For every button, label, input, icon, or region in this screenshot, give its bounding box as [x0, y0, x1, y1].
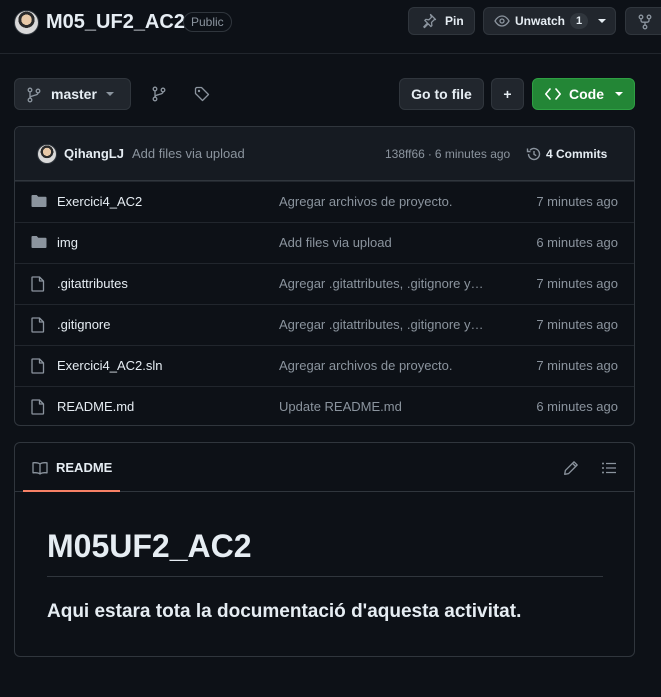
latest-commit-bar: QihangLJ Add files via upload 138ff66 · 6 … [15, 127, 634, 181]
commit-meta-separator: · [427, 147, 432, 161]
file-commit-date: 7 minutes ago [536, 194, 618, 209]
file-row[interactable]: .gitattributes Agregar .gitattributes, .… [15, 263, 634, 304]
file-commit-message[interactable]: Agregar .gitattributes, .gitignore y… [279, 317, 501, 332]
file-commit-message[interactable]: Add files via upload [279, 235, 501, 250]
readme-tab[interactable]: README [23, 443, 120, 492]
repo-header: M05_UF2_AC2 Public Pin Unwatch 1 [0, 0, 661, 54]
commit-sha[interactable]: 138ff66 [385, 147, 425, 161]
repo-forked-icon [638, 14, 652, 30]
file-directory-icon [31, 235, 47, 249]
file-icon [31, 399, 45, 415]
commit-time: 6 minutes ago [434, 147, 511, 161]
owner-avatar[interactable] [14, 10, 39, 35]
file-icon [31, 276, 45, 292]
history-icon [526, 146, 542, 162]
git-branch-icon [27, 87, 41, 103]
pin-icon [421, 13, 437, 29]
file-name[interactable]: Exercici4_AC2 [57, 194, 142, 209]
file-name[interactable]: img [57, 235, 78, 250]
file-directory-icon [31, 194, 47, 208]
tags-link[interactable] [194, 86, 210, 102]
file-name[interactable]: .gitignore [57, 317, 110, 332]
commit-message[interactable]: Add files via upload [132, 146, 245, 161]
file-commit-date: 7 minutes ago [536, 317, 618, 332]
chevron-down-icon [105, 88, 115, 100]
file-commit-message[interactable]: Update README.md [279, 399, 501, 414]
file-commit-message[interactable]: Agregar archivos de proyecto. [279, 358, 501, 373]
file-row[interactable]: README.md Update README.md 6 minutes ago [15, 386, 634, 425]
unwatch-button[interactable]: Unwatch 1 [483, 7, 616, 35]
file-icon [31, 358, 45, 374]
author-avatar[interactable] [37, 144, 57, 164]
commit-meta: 138ff66 · 6 minutes ago [385, 147, 510, 161]
repo-name[interactable]: M05_UF2_AC2 [46, 10, 185, 34]
file-row[interactable]: .gitignore Agregar .gitattributes, .giti… [15, 304, 634, 345]
unwatch-label: Unwatch [515, 14, 566, 28]
file-row[interactable]: Exercici4_AC2.sln Agregar archivos de pr… [15, 345, 634, 386]
file-name[interactable]: .gitattributes [57, 276, 128, 291]
file-row[interactable]: Exercici4_AC2 Agregar archivos de proyec… [15, 181, 634, 222]
list-unordered-icon[interactable] [601, 460, 617, 476]
pin-button[interactable]: Pin [408, 7, 475, 35]
pin-label: Pin [445, 14, 464, 28]
readme-panel: README M05UF2_AC2 Aqui estara tota la do… [14, 442, 635, 657]
go-to-file-button[interactable]: Go to file [399, 78, 484, 110]
file-commit-date: 7 minutes ago [536, 276, 618, 291]
code-button[interactable]: Code [532, 78, 635, 110]
file-commit-date: 6 minutes ago [536, 235, 618, 250]
branch-name: master [51, 86, 97, 102]
file-name[interactable]: README.md [57, 399, 134, 414]
chevron-down-icon [614, 88, 624, 100]
visibility-badge: Public [183, 12, 232, 32]
branches-link[interactable] [152, 86, 166, 102]
watch-count: 1 [570, 13, 588, 29]
file-commit-message[interactable]: Agregar archivos de proyecto. [279, 194, 501, 209]
branch-select-button[interactable]: master [14, 78, 131, 110]
git-branch-icon [152, 86, 166, 102]
pencil-icon[interactable] [563, 460, 579, 476]
file-commit-message[interactable]: Agregar .gitattributes, .gitignore y… [279, 276, 501, 291]
readme-tab-label: README [56, 460, 113, 475]
commits-count-label: 4 Commits [546, 147, 608, 161]
code-label: Code [569, 86, 604, 102]
eye-icon [494, 14, 510, 28]
file-name[interactable]: Exercici4_AC2.sln [57, 358, 163, 373]
readme-paragraph: Aqui estara tota la documentació d'aques… [47, 601, 522, 622]
code-icon [545, 87, 561, 101]
add-file-button[interactable]: + [491, 78, 524, 110]
file-icon [31, 317, 45, 333]
file-commit-date: 7 minutes ago [536, 358, 618, 373]
file-commit-date: 6 minutes ago [536, 399, 618, 414]
fork-button[interactable] [625, 7, 661, 35]
tag-icon [194, 86, 210, 102]
chevron-down-icon [597, 14, 607, 28]
readme-header: README [15, 443, 634, 492]
book-icon [32, 461, 48, 475]
readme-heading: M05UF2_AC2 [47, 526, 603, 577]
file-listing: QihangLJ Add files via upload 138ff66 · 6 … [14, 126, 635, 426]
file-row[interactable]: img Add files via upload 6 minutes ago [15, 222, 634, 263]
repository-page: M05_UF2_AC2 Public Pin Unwatch 1 master … [0, 0, 661, 697]
commit-author[interactable]: QihangLJ [64, 146, 124, 161]
